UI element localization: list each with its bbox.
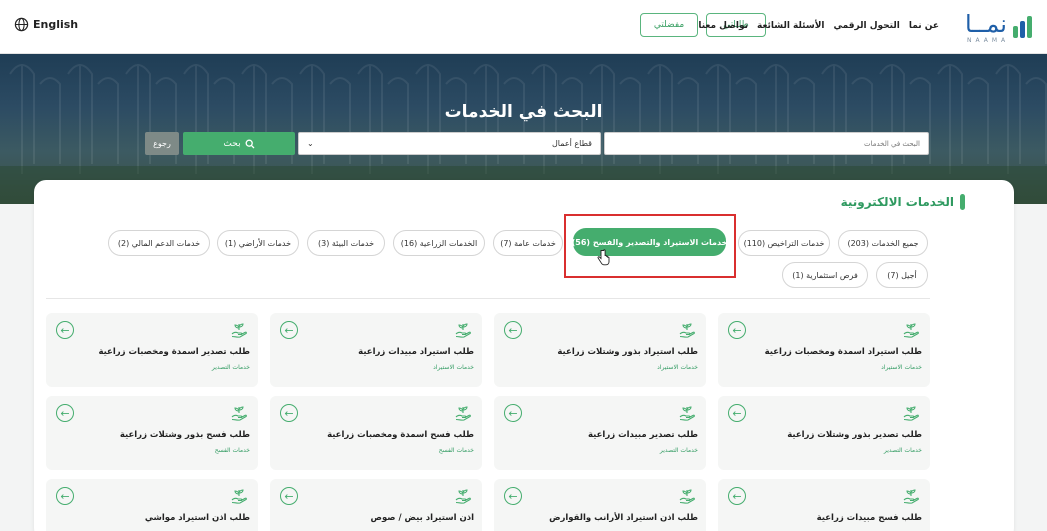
service-card[interactable]: ← طلب فسح اسمدة ومخصبات زراعية خدمات الفسح [270,396,482,470]
plant-hand-icon [903,406,919,421]
arrow-left-icon[interactable]: ← [56,404,74,422]
logo-wordmark: نمــا [965,10,1008,38]
nav-item-digital-transformation[interactable]: التحول الرقمي [834,21,900,31]
plant-hand-icon [903,489,919,504]
arrow-left-icon[interactable]: ← [280,321,298,339]
category-chip-agricultural[interactable]: الخدمات الزراعية (16) [393,230,485,256]
service-title: طلب فسح مبيدات زراعية [816,513,922,523]
hand-cursor-icon [597,249,610,266]
main-nav: عن نما التحول الرقمي الأسئلة الشائعة توا… [698,21,939,31]
service-card[interactable]: ← طلب تصدير بذور وشتلات زراعية خدمات التصد… [718,396,930,470]
arrow-left-icon[interactable]: ← [504,404,522,422]
service-title: طلب استيراد مبيدات زراعية [358,347,474,357]
service-category: خدمات التصدير [659,447,698,454]
logo-mark-icon [1013,16,1032,38]
search-button[interactable]: بحث [183,132,295,155]
service-card[interactable]: ← طلب استيراد بذور وشتلات زراعية خدمات الا… [494,313,706,387]
chevron-down-icon: ⌄ [307,139,314,148]
service-title: اذن استيراد بيض / صوص [370,513,474,523]
service-title: طلب تصدير اسمدة ومخصبات زراعية [98,347,250,357]
service-card[interactable]: ← طلب استيراد اسمدة ومخصبات زراعية خدمات ا… [718,313,930,387]
service-category: خدمات التصدير [883,447,922,454]
naama-logo[interactable]: نمــا NAAMA [965,10,1037,46]
service-category: خدمات الاستيراد [433,364,474,371]
plant-hand-icon [679,406,695,421]
category-chip-licenses[interactable]: خدمات التراخيص (110) [738,230,830,256]
category-chip-agile[interactable]: أجيل (7) [876,262,928,288]
search-icon [245,139,255,148]
service-category: خدمات الاستيراد [881,364,922,371]
service-title: طلب استيراد اسمدة ومخصبات زراعية [764,347,922,357]
plant-hand-icon [231,323,247,338]
plant-hand-icon [679,489,695,504]
service-card[interactable]: ← طلب فسح مبيدات زراعية [718,479,930,531]
arrow-left-icon[interactable]: ← [280,487,298,505]
service-card[interactable]: ← طلب فسح بذور وشتلات زراعية خدمات الفسح [46,396,258,470]
category-chip-financial-support[interactable]: خدمات الدعم المالي (2) [108,230,210,256]
arrow-left-icon[interactable]: ← [728,404,746,422]
logo-subtext: NAAMA [967,37,1010,44]
arrow-left-icon[interactable]: ← [56,321,74,339]
service-title: طلب استيراد بذور وشتلات زراعية [557,347,698,357]
category-chip-lands[interactable]: خدمات الأراضي (1) [217,230,299,256]
plant-hand-icon [679,323,695,338]
arrow-left-icon[interactable]: ← [728,487,746,505]
favorites-button[interactable]: مفضلتي [640,13,698,37]
section-title-text: الخدمات الالكترونية [840,195,954,209]
service-category: خدمات الفسح [438,447,474,454]
section-title: الخدمات الالكترونية [841,194,965,210]
arrow-left-icon[interactable]: ← [56,487,74,505]
service-title: طلب اذن استيراد مواشي [144,513,250,523]
service-category: خدمات الفسح [214,447,250,454]
service-title: طلب تصدير بذور وشتلات زراعية [787,430,922,440]
service-card[interactable]: ← طلب تصدير مبيدات زراعية خدمات التصدير [494,396,706,470]
plant-hand-icon [455,406,471,421]
search-button-label: بحث [223,138,241,149]
top-header: English مفضلتي طلباتي عن نما التحول الرق… [0,0,1047,54]
title-accent-bar [960,194,965,210]
service-title: طلب تصدير مبيدات زراعية [587,430,698,440]
service-title: طلب اذن استيراد الأرانب والقوارض [549,513,698,523]
category-chip-all[interactable]: جميع الخدمات (203) [838,230,928,256]
arrow-left-icon[interactable]: ← [504,487,522,505]
service-search-input[interactable] [604,132,929,155]
divider [46,298,930,299]
plant-hand-icon [231,406,247,421]
nav-item-faq[interactable]: الأسئلة الشائعة [757,21,825,31]
sector-select[interactable]: قطاع أعمال ⌄ [298,132,601,155]
back-button[interactable]: رجوع [145,132,179,155]
service-card[interactable]: ← طلب اذن استيراد مواشي [46,479,258,531]
service-category: خدمات التصدير [211,364,250,371]
language-label: English [33,18,79,31]
language-switch[interactable]: English [14,17,78,32]
arrow-left-icon[interactable]: ← [728,321,746,339]
page-title: البحث في الخدمات [444,102,603,122]
sector-select-value: قطاع أعمال [551,139,592,148]
plant-hand-icon [231,489,247,504]
plant-hand-icon [455,489,471,504]
category-chip-investment[interactable]: فرص استثمارية (1) [782,262,868,288]
service-card[interactable]: ← طلب اذن استيراد الأرانب والقوارض [494,479,706,531]
arrow-left-icon[interactable]: ← [280,404,298,422]
service-card[interactable]: ← طلب استيراد مبيدات زراعية خدمات الاستيرا… [270,313,482,387]
category-chip-general[interactable]: خدمات عامة (7) [493,230,563,256]
nav-item-about[interactable]: عن نما [909,21,939,31]
service-card[interactable]: ← اذن استيراد بيض / صوص [270,479,482,531]
category-chip-environment[interactable]: خدمات البيئة (3) [307,230,385,256]
service-title: طلب فسح بذور وشتلات زراعية [119,430,250,440]
arrow-left-icon[interactable]: ← [504,321,522,339]
service-title: طلب فسح اسمدة ومخصبات زراعية [327,430,474,440]
nav-item-contact[interactable]: تواصل معنا [698,21,748,31]
globe-icon [14,17,29,32]
service-category: خدمات الاستيراد [657,364,698,371]
plant-hand-icon [903,323,919,338]
plant-hand-icon [455,323,471,338]
service-card[interactable]: ← طلب تصدير اسمدة ومخصبات زراعية خدمات الت… [46,313,258,387]
